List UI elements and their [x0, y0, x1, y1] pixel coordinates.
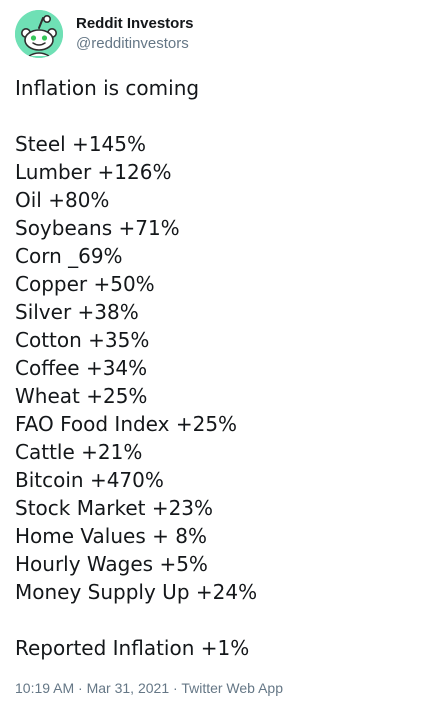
tweet-time[interactable]: 10:19 AM	[15, 680, 74, 696]
tweet-header: Reddit Investors @redditinvestors	[15, 10, 194, 58]
tweet-headline: Inflation is coming	[15, 76, 200, 100]
tweet-footer-line: Reported Inflation +1%	[15, 636, 250, 660]
list-item: Bitcoin +470%	[15, 468, 164, 492]
list-item: Home Values + 8%	[15, 524, 207, 548]
list-item: FAO Food Index +25%	[15, 412, 238, 436]
author-names: Reddit Investors @redditinvestors	[76, 14, 194, 54]
list-item: Steel +145%	[15, 132, 146, 156]
list-item: Copper +50%	[15, 272, 155, 296]
list-item: Corn _69%	[15, 244, 123, 268]
tweet-date[interactable]: Mar 31, 2021	[87, 680, 170, 696]
list-item: Stock Market +23%	[15, 496, 214, 520]
tweet-card: Reddit Investors @redditinvestors Inflat…	[0, 0, 444, 706]
list-item: Wheat +25%	[15, 384, 148, 408]
avatar[interactable]	[15, 10, 63, 58]
display-name[interactable]: Reddit Investors	[76, 14, 194, 34]
list-item: Cattle +21%	[15, 440, 143, 464]
list-item: Soybeans +71%	[15, 216, 180, 240]
list-item: Money Supply Up +24%	[15, 580, 258, 604]
list-item: Lumber +126%	[15, 160, 172, 184]
tweet-text: Inflation is coming Steel +145% Lumber +1…	[15, 74, 435, 662]
list-item: Silver +38%	[15, 300, 139, 324]
reddit-alien-icon	[15, 10, 63, 58]
meta-separator: ·	[78, 680, 87, 696]
list-item: Hourly Wages +5%	[15, 552, 208, 576]
user-handle[interactable]: @redditinvestors	[76, 34, 194, 54]
price-change-list: Steel +145% Lumber +126% Oil +80% Soybeans …	[15, 130, 435, 606]
list-item: Oil +80%	[15, 188, 110, 212]
tweet-source[interactable]: Twitter Web App	[181, 680, 283, 696]
list-item: Cotton +35%	[15, 328, 150, 352]
tweet-meta: 10:19 AM · Mar 31, 2021 · Twitter Web Ap…	[15, 678, 283, 698]
list-item: Coffee +34%	[15, 356, 148, 380]
